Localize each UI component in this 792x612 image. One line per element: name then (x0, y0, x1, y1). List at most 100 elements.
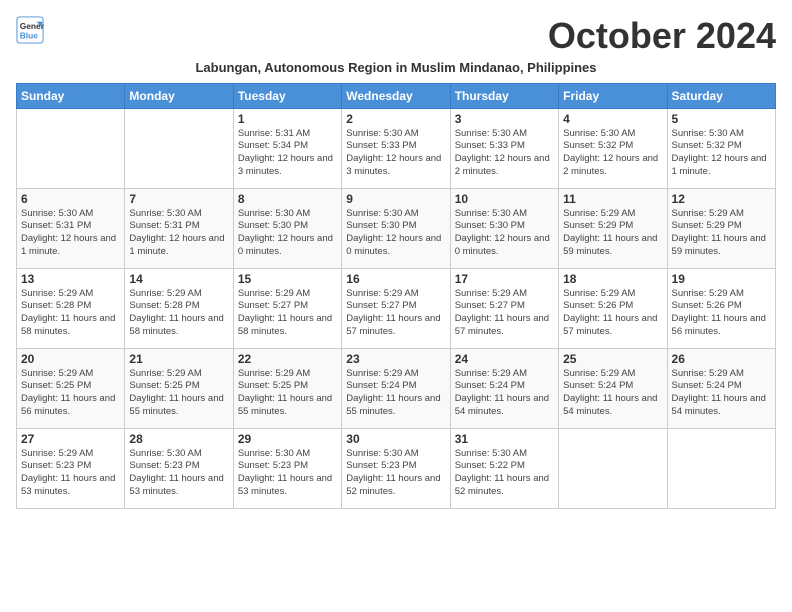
calendar-cell: 23Sunrise: 5:29 AM Sunset: 5:24 PM Dayli… (342, 348, 450, 428)
calendar-week-row: 6 Sunrise: 5:30 AM Sunset: 5:31 PM Daylig… (17, 188, 776, 268)
day-number: 26 (672, 352, 771, 366)
day-info: Sunrise: 5:30 AM Sunset: 5:31 PM Dayligh… (21, 208, 120, 259)
day-number: 3 (455, 112, 554, 126)
day-info: Sunrise: 5:29 AM Sunset: 5:26 PM Dayligh… (672, 288, 771, 339)
day-info: Sunrise: 5:29 AM Sunset: 5:25 PM Dayligh… (129, 368, 228, 419)
calendar-cell: 10 Sunrise: 5:30 AM Sunset: 5:30 PM Dayli… (450, 188, 558, 268)
day-info: Sunrise: 5:29 AM Sunset: 5:24 PM Dayligh… (455, 368, 554, 419)
calendar-cell: 17Sunrise: 5:29 AM Sunset: 5:27 PM Dayli… (450, 268, 558, 348)
day-number: 20 (21, 352, 120, 366)
calendar-cell (667, 428, 775, 508)
day-info: Sunrise: 5:30 AM Sunset: 5:23 PM Dayligh… (346, 448, 445, 499)
calendar-cell: 4 Sunrise: 5:30 AM Sunset: 5:32 PM Daylig… (559, 108, 667, 188)
day-info: Sunrise: 5:30 AM Sunset: 5:23 PM Dayligh… (238, 448, 337, 499)
day-info: Sunrise: 5:30 AM Sunset: 5:33 PM Dayligh… (455, 128, 554, 179)
calendar-cell: 8Sunrise: 5:30 AM Sunset: 5:30 PM Daylig… (233, 188, 341, 268)
calendar-cell: 18 Sunrise: 5:29 AM Sunset: 5:26 PM Dayli… (559, 268, 667, 348)
day-number: 6 (21, 192, 120, 206)
day-number: 24 (455, 352, 554, 366)
calendar-week-row: 27 Sunrise: 5:29 AM Sunset: 5:23 PM Dayli… (17, 428, 776, 508)
day-number: 15 (238, 272, 337, 286)
day-header-monday: Monday (125, 83, 233, 108)
day-number: 1 (238, 112, 337, 126)
day-info: Sunrise: 5:30 AM Sunset: 5:30 PM Dayligh… (238, 208, 337, 259)
day-number: 19 (672, 272, 771, 286)
day-header-wednesday: Wednesday (342, 83, 450, 108)
day-info: Sunrise: 5:30 AM Sunset: 5:32 PM Dayligh… (563, 128, 662, 179)
calendar-cell: 14 Sunrise: 5:29 AM Sunset: 5:28 PM Dayli… (125, 268, 233, 348)
day-number: 18 (563, 272, 662, 286)
calendar-header-row: SundayMondayTuesdayWednesdayThursdayFrid… (17, 83, 776, 108)
day-info: Sunrise: 5:30 AM Sunset: 5:30 PM Dayligh… (346, 208, 445, 259)
day-info: Sunrise: 5:30 AM Sunset: 5:31 PM Dayligh… (129, 208, 228, 259)
calendar-cell: 16 Sunrise: 5:29 AM Sunset: 5:27 PM Dayli… (342, 268, 450, 348)
day-number: 27 (21, 432, 120, 446)
day-info: Sunrise: 5:29 AM Sunset: 5:24 PM Dayligh… (672, 368, 771, 419)
day-number: 28 (129, 432, 228, 446)
calendar-cell (559, 428, 667, 508)
day-number: 16 (346, 272, 445, 286)
day-number: 11 (563, 192, 662, 206)
logo: General Blue General Blue (16, 16, 44, 44)
day-info: Sunrise: 5:29 AM Sunset: 5:29 PM Dayligh… (563, 208, 662, 259)
day-number: 2 (346, 112, 445, 126)
calendar: SundayMondayTuesdayWednesdayThursdayFrid… (16, 83, 776, 509)
day-number: 9 (346, 192, 445, 206)
day-info: Sunrise: 5:29 AM Sunset: 5:27 PM Dayligh… (238, 288, 337, 339)
calendar-cell: 26 Sunrise: 5:29 AM Sunset: 5:24 PM Dayli… (667, 348, 775, 428)
calendar-cell (125, 108, 233, 188)
day-number: 31 (455, 432, 554, 446)
calendar-cell: 29 Sunrise: 5:30 AM Sunset: 5:23 PM Dayli… (233, 428, 341, 508)
day-number: 22 (238, 352, 337, 366)
calendar-cell: 11 Sunrise: 5:29 AM Sunset: 5:29 PM Dayli… (559, 188, 667, 268)
calendar-week-row: 20 Sunrise: 5:29 AM Sunset: 5:25 PM Dayli… (17, 348, 776, 428)
calendar-cell: 28Sunrise: 5:30 AM Sunset: 5:23 PM Dayli… (125, 428, 233, 508)
day-info: Sunrise: 5:30 AM Sunset: 5:33 PM Dayligh… (346, 128, 445, 179)
day-info: Sunrise: 5:30 AM Sunset: 5:22 PM Dayligh… (455, 448, 554, 499)
day-header-sunday: Sunday (17, 83, 125, 108)
day-number: 12 (672, 192, 771, 206)
day-number: 25 (563, 352, 662, 366)
calendar-week-row: 13 Sunrise: 5:29 AM Sunset: 5:28 PM Dayli… (17, 268, 776, 348)
day-header-friday: Friday (559, 83, 667, 108)
day-number: 14 (129, 272, 228, 286)
calendar-cell: 22 Sunrise: 5:29 AM Sunset: 5:25 PM Dayli… (233, 348, 341, 428)
day-info: Sunrise: 5:29 AM Sunset: 5:27 PM Dayligh… (455, 288, 554, 339)
logo-icon: General Blue (16, 16, 44, 44)
calendar-cell: 5 Sunrise: 5:30 AM Sunset: 5:32 PM Daylig… (667, 108, 775, 188)
day-info: Sunrise: 5:29 AM Sunset: 5:28 PM Dayligh… (129, 288, 228, 339)
day-number: 23 (346, 352, 445, 366)
day-number: 4 (563, 112, 662, 126)
day-info: Sunrise: 5:29 AM Sunset: 5:29 PM Dayligh… (672, 208, 771, 259)
calendar-cell: 7 Sunrise: 5:30 AM Sunset: 5:31 PM Daylig… (125, 188, 233, 268)
calendar-cell: 13 Sunrise: 5:29 AM Sunset: 5:28 PM Dayli… (17, 268, 125, 348)
day-number: 7 (129, 192, 228, 206)
calendar-cell: 15 Sunrise: 5:29 AM Sunset: 5:27 PM Dayli… (233, 268, 341, 348)
calendar-cell: 31 Sunrise: 5:30 AM Sunset: 5:22 PM Dayli… (450, 428, 558, 508)
day-number: 21 (129, 352, 228, 366)
month-title: October 2024 (548, 16, 776, 56)
calendar-cell: 6 Sunrise: 5:30 AM Sunset: 5:31 PM Daylig… (17, 188, 125, 268)
day-number: 10 (455, 192, 554, 206)
day-info: Sunrise: 5:29 AM Sunset: 5:25 PM Dayligh… (238, 368, 337, 419)
day-info: Sunrise: 5:29 AM Sunset: 5:23 PM Dayligh… (21, 448, 120, 499)
subtitle: Labungan, Autonomous Region in Muslim Mi… (16, 60, 776, 75)
calendar-cell: 21 Sunrise: 5:29 AM Sunset: 5:25 PM Dayli… (125, 348, 233, 428)
day-info: Sunrise: 5:30 AM Sunset: 5:30 PM Dayligh… (455, 208, 554, 259)
calendar-cell: 20Sunrise: 5:29 AM Sunset: 5:25 PM Dayli… (17, 348, 125, 428)
day-info: Sunrise: 5:30 AM Sunset: 5:32 PM Dayligh… (672, 128, 771, 179)
day-header-thursday: Thursday (450, 83, 558, 108)
day-info: Sunrise: 5:31 AM Sunset: 5:34 PM Dayligh… (238, 128, 337, 179)
day-number: 13 (21, 272, 120, 286)
day-number: 5 (672, 112, 771, 126)
calendar-week-row: 1 Sunrise: 5:31 AM Sunset: 5:34 PM Daylig… (17, 108, 776, 188)
header: General Blue General Blue October 2024 (16, 16, 776, 56)
calendar-cell: 3 Sunrise: 5:30 AM Sunset: 5:33 PM Daylig… (450, 108, 558, 188)
calendar-cell: 19 Sunrise: 5:29 AM Sunset: 5:26 PM Dayli… (667, 268, 775, 348)
day-info: Sunrise: 5:29 AM Sunset: 5:26 PM Dayligh… (563, 288, 662, 339)
day-number: 29 (238, 432, 337, 446)
day-info: Sunrise: 5:29 AM Sunset: 5:27 PM Dayligh… (346, 288, 445, 339)
calendar-cell: 12 Sunrise: 5:29 AM Sunset: 5:29 PM Dayli… (667, 188, 775, 268)
calendar-cell: 30Sunrise: 5:30 AM Sunset: 5:23 PM Dayli… (342, 428, 450, 508)
day-info: Sunrise: 5:29 AM Sunset: 5:28 PM Dayligh… (21, 288, 120, 339)
